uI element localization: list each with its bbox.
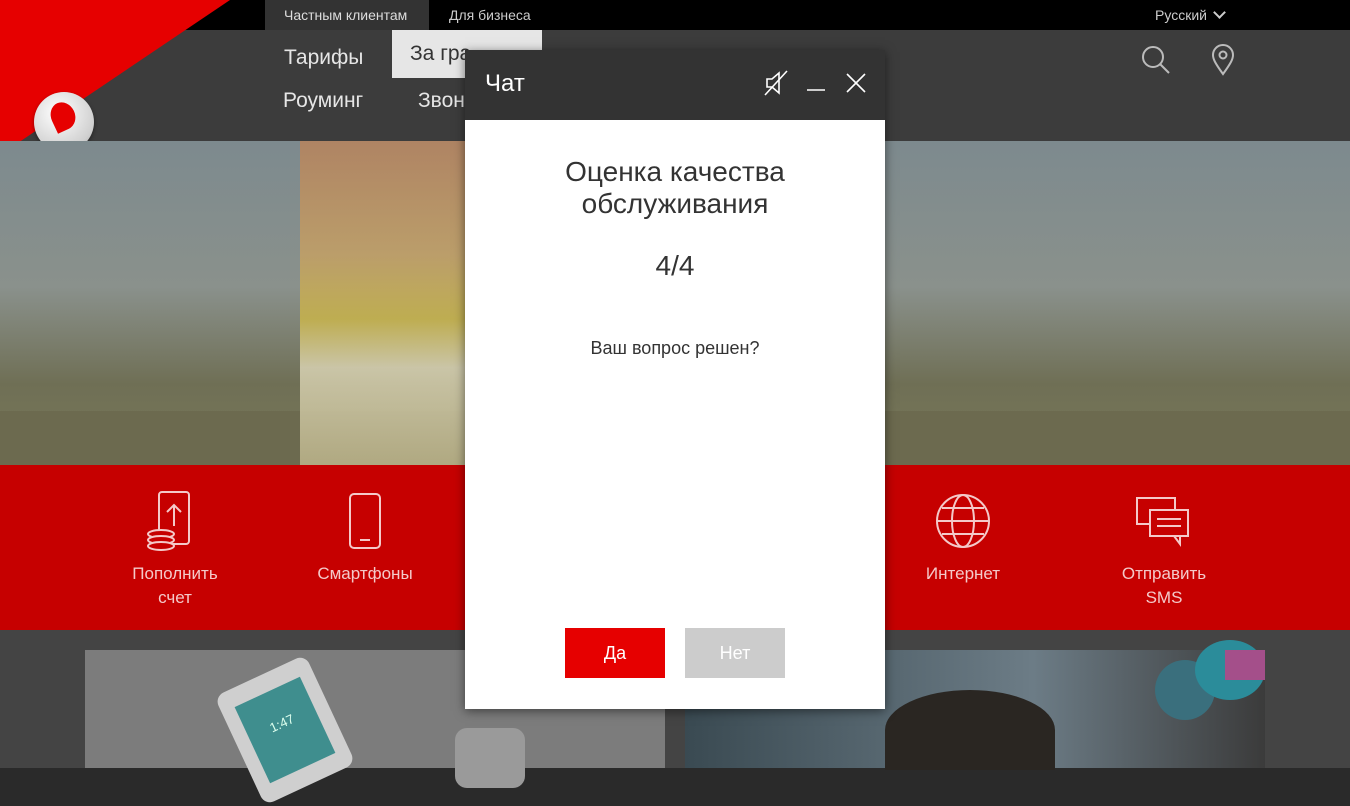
close-icon[interactable]	[841, 68, 871, 98]
tile-smartphones-label: Смартфоны	[317, 564, 413, 583]
tile-send-sms[interactable]: Отправить SMS	[1084, 490, 1244, 610]
chat-title: Чат	[485, 70, 525, 97]
tile-smartphones[interactable]: Смартфоны	[285, 490, 445, 586]
brand-triangle	[0, 0, 230, 155]
tile-topup-label-2: счет	[158, 588, 192, 607]
chat-window: Чат Оценка качества обслуживания 4/4 Ваш…	[465, 50, 885, 709]
chevron-down-icon	[1213, 6, 1226, 19]
language-label: Русский	[1155, 7, 1207, 23]
sound-muted-icon[interactable]	[761, 68, 791, 98]
survey-title-line2: обслуживания	[581, 188, 769, 219]
tile-internet-label: Интернет	[925, 564, 1001, 583]
nav-roaming[interactable]: Роуминг	[283, 89, 363, 113]
globe-icon	[936, 494, 990, 548]
survey-step-counter: 4/4	[655, 250, 695, 281]
nav-calls[interactable]: Звон	[418, 89, 465, 113]
tile-topup-label-1: Пополнить	[132, 564, 218, 583]
survey-title: Оценка качества обслуживания	[465, 156, 885, 220]
promo-phone-image: 1:47	[214, 654, 356, 806]
chat-bubbles-icon	[1136, 497, 1189, 547]
minimize-icon[interactable]	[801, 68, 831, 98]
promo-phone-time: 1:47	[234, 676, 336, 784]
language-selector[interactable]: Русский	[1155, 0, 1226, 30]
phone-topup-icon	[147, 491, 190, 551]
search-icon[interactable]	[1140, 44, 1172, 76]
smartphone-icon	[349, 493, 381, 549]
hero-person	[300, 141, 480, 465]
promo-phone-back	[455, 728, 525, 788]
no-button[interactable]: Нет	[685, 628, 785, 678]
chat-header: Чат	[465, 50, 885, 120]
tile-sms-label-2: SMS	[1145, 588, 1183, 607]
survey-title-line1: Оценка качества	[565, 156, 785, 187]
segment-business[interactable]: Для бизнеса	[449, 0, 531, 30]
lantern-purple	[1225, 650, 1265, 680]
segment-private-clients[interactable]: Частным клиентам	[265, 0, 429, 30]
nav-tariffs[interactable]: Тарифы	[284, 46, 363, 70]
tile-internet[interactable]: Интернет	[883, 490, 1043, 586]
location-pin-icon[interactable]	[1210, 44, 1236, 76]
lifestyle-person	[885, 690, 1055, 770]
survey-question: Ваш вопрос решен?	[590, 338, 760, 358]
tile-sms-label-1: Отправить	[1121, 564, 1207, 583]
yes-button[interactable]: Да	[565, 628, 665, 678]
logo-speechmark-icon	[46, 98, 80, 134]
tile-topup[interactable]: Пополнить счет	[95, 490, 255, 610]
